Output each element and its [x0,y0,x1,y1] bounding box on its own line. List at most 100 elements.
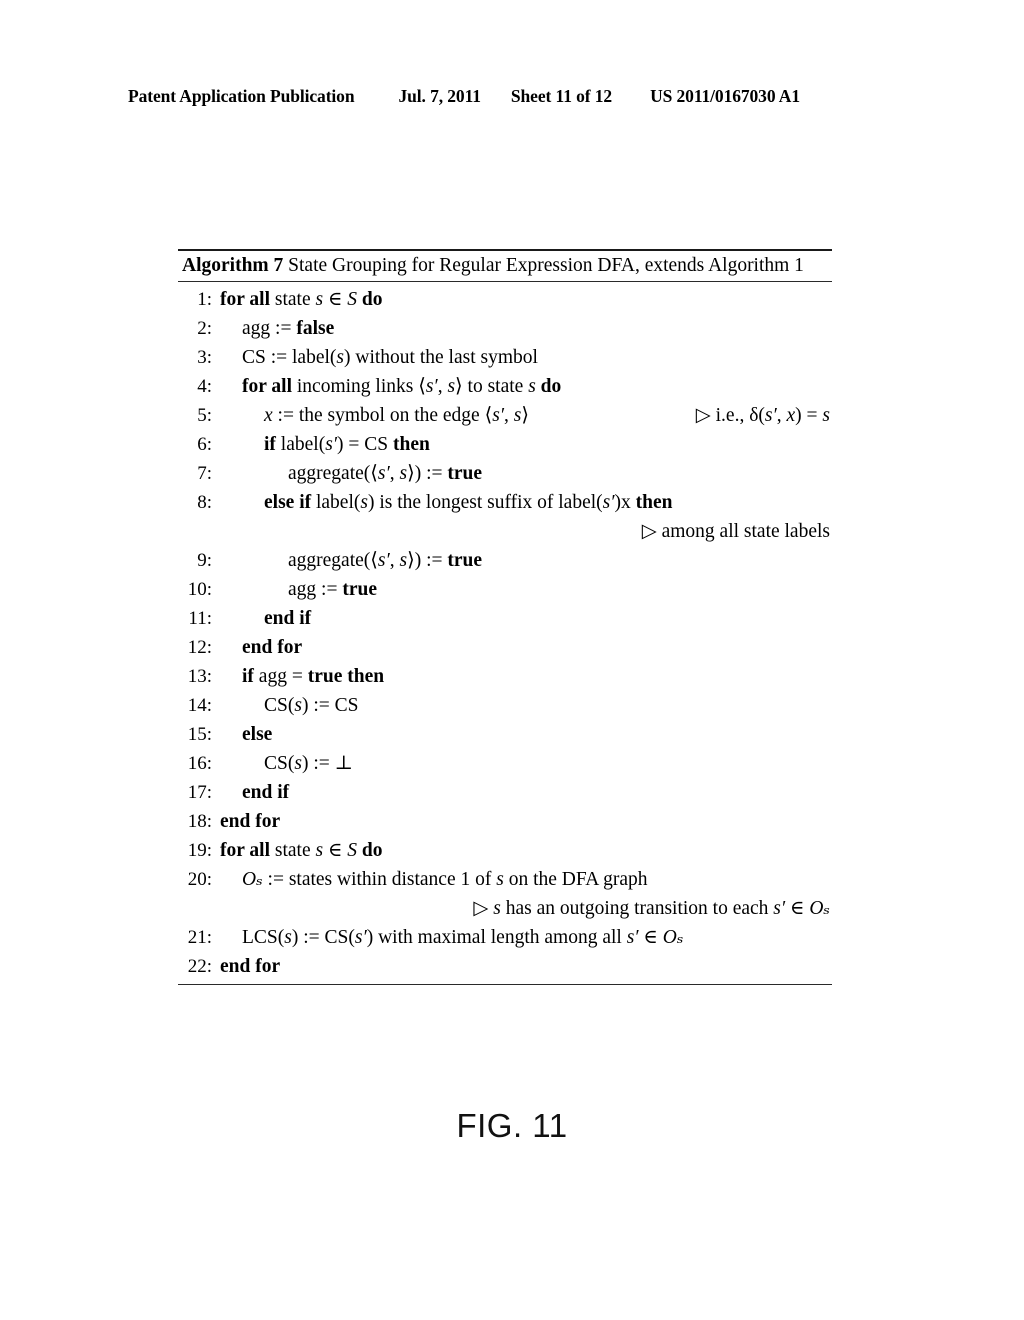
line-code: end for [220,956,281,977]
line-text: x := the symbol on the edge ⟨s′, s⟩ ▷ i.e… [218,401,832,430]
line-text: agg := false [218,314,832,343]
line-text: end if [218,778,832,807]
line-code: CS(s) := CS [264,695,359,716]
algorithm-line: 21: LCS(s) := CS(s′) with maximal length … [178,923,832,952]
line-code: end if [242,782,290,803]
line-text: end for [218,633,832,662]
algorithm-title-text: State Grouping for Regular Expression DF… [288,255,804,276]
line-text: CS(s) := CS [218,691,832,720]
line-number: 18: [187,811,212,832]
line-number: 2: [197,318,212,339]
algorithm-bottom-rule [178,984,832,985]
patent-number: US 2011/0167030 A1 [650,86,800,106]
line-number: 20: [187,869,212,890]
line-code: CS(s) := ⊥ [264,753,353,774]
algorithm-line: 3: CS := label(s) without the last symbol [178,343,832,372]
line-number: 17: [187,782,212,803]
algorithm-line: 12: end for [178,633,832,662]
line-number: 7: [197,463,212,484]
line-code: agg := false [242,318,335,339]
line-code: x := the symbol on the edge ⟨s′, s⟩ [264,405,529,426]
line-number: 3: [197,347,212,368]
line-number: 13: [187,666,212,687]
line-code: for all state s ∈ S do [220,840,383,861]
line-text: LCS(s) := CS(s′) with maximal length amo… [218,923,832,952]
publication-header: Patent Application Publication Jul. 7, 2… [128,86,896,110]
line-text: ▷ s has an outgoing transition to each s… [218,894,832,923]
line-code: end for [242,637,303,658]
line-number: 22: [187,956,212,977]
line-code: agg := true [288,579,377,600]
line-number: 19: [187,840,212,861]
line-code: if agg = true then [242,666,385,687]
line-code: end if [264,608,312,629]
line-code: else [242,724,273,745]
algorithm-line: 10: agg := true [178,575,832,604]
line-number: 14: [187,695,212,716]
line-number: 12: [187,637,212,658]
algorithm-line: 14: CS(s) := CS [178,691,832,720]
line-text: CS := label(s) without the last symbol [218,343,832,372]
line-text: if label(s′) = CS then [218,430,832,459]
algorithm-label: Algorithm 7 [182,255,284,276]
line-number: 6: [197,434,212,455]
algorithm-line: 5: x := the symbol on the edge ⟨s′, s⟩ ▷ i… [178,401,832,430]
algorithm-line: 15: else [178,720,832,749]
line-text: for all state s ∈ S do [218,836,832,865]
line-text: CS(s) := ⊥ [218,749,832,778]
algorithm-line: 18: end for [178,807,832,836]
algorithm-line: 20: Oₛ := states within distance 1 of s o… [178,865,832,894]
line-number: 9: [197,550,212,571]
algorithm-line: 22: end for [178,952,832,981]
algorithm-line: 4: for all incoming links ⟨s′, s⟩ to stat… [178,372,832,401]
line-number: 15: [187,724,212,745]
line-text: end if [218,604,832,633]
line-number: 5: [197,405,212,426]
figure-caption: FIG. 11 [456,1107,568,1144]
line-number: 8: [197,492,212,513]
line-code: aggregate(⟨s′, s⟩) := true [288,550,483,571]
algorithm-line: 2: agg := false [178,314,832,343]
algorithm-line: 17: end if [178,778,832,807]
line-comment: ▷ among all state labels [641,521,830,542]
line-number: 11: [188,608,212,629]
line-number: 16: [187,753,212,774]
line-text: Oₛ := states within distance 1 of s on t… [218,865,832,894]
line-code: end for [220,811,281,832]
line-text: end for [218,952,832,981]
algorithm-line: 7: aggregate(⟨s′, s⟩) := true [178,459,832,488]
line-text: else if label(s) is the longest suffix o… [218,488,832,517]
publication-title: Patent Application Publication [128,86,355,106]
algorithm-caption: Algorithm 7 State Grouping for Regular E… [178,251,832,280]
algorithm-line: 13: if agg = true then [178,662,832,691]
algorithm-line: 8: else if label(s) is the longest suffix… [178,488,832,517]
line-text: for all state s ∈ S do [218,285,832,314]
sheet-indicator: Sheet 11 of 12 [510,86,613,106]
line-comment: ▷ s has an outgoing transition to each s… [473,898,830,919]
algorithm-line: 9: aggregate(⟨s′, s⟩) := true [178,546,832,575]
algorithm-box: Algorithm 7 State Grouping for Regular E… [178,249,832,985]
line-number: 21: [187,927,212,948]
publication-date: Jul. 7, 2011 [398,86,481,106]
line-text: if agg = true then [218,662,832,691]
line-code: LCS(s) := CS(s′) with maximal length amo… [242,927,684,948]
line-number: 10: [187,579,212,600]
algorithm-line: 1: for all state s ∈ S do [178,285,832,314]
algorithm-steps: 1: for all state s ∈ S do 2: agg := false 3:… [178,282,832,983]
algorithm-line: 11: end if [178,604,832,633]
line-number: 1: [197,289,212,310]
line-code: for all state s ∈ S do [220,289,383,310]
line-code: else if label(s) is the longest suffix o… [264,492,673,513]
line-text: ▷ among all state labels [218,517,832,546]
line-text: aggregate(⟨s′, s⟩) := true [218,459,832,488]
algorithm-line: 16: CS(s) := ⊥ [178,749,832,778]
line-code: aggregate(⟨s′, s⟩) := true [288,463,483,484]
line-text: aggregate(⟨s′, s⟩) := true [218,546,832,575]
line-text: for all incoming links ⟨s′, s⟩ to state … [218,372,832,401]
line-comment: ▷ i.e., δ(s′, x) = s [695,405,830,426]
line-text: agg := true [218,575,832,604]
line-code: CS := label(s) without the last symbol [242,347,538,368]
line-code: if label(s′) = CS then [264,434,430,455]
line-code: Oₛ := states within distance 1 of s on t… [242,869,648,890]
line-text: end for [218,807,832,836]
